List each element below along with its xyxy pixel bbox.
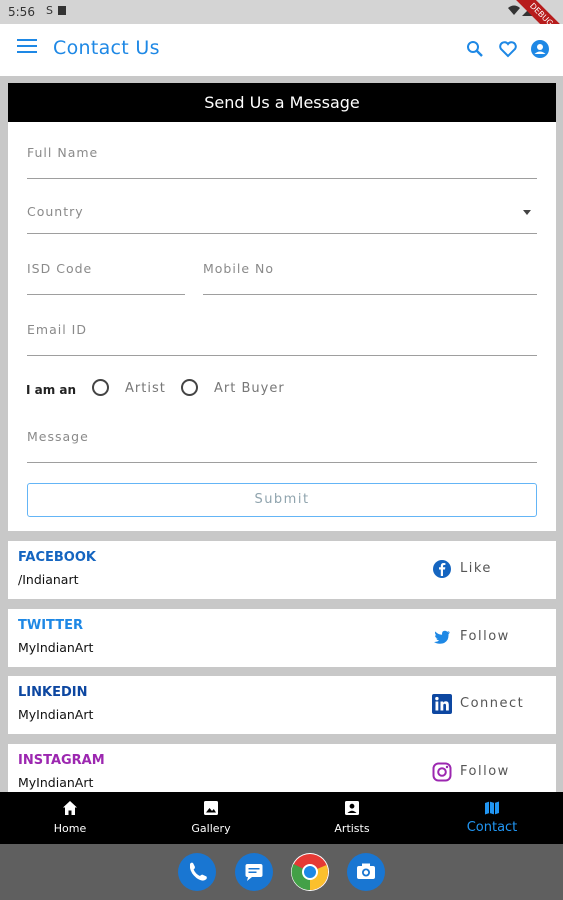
artist-radio[interactable] bbox=[92, 379, 109, 396]
social-action-label: Like bbox=[460, 561, 492, 576]
bottom-navigation: Home Gallery Artists Contact bbox=[0, 792, 563, 844]
artists-icon bbox=[345, 801, 359, 815]
notification-icons: S bbox=[46, 4, 74, 19]
social-handle: MyIndianArt bbox=[18, 775, 94, 790]
nav-home[interactable]: Home bbox=[0, 792, 140, 844]
nav-label: Contact bbox=[466, 820, 518, 835]
twitter-icon bbox=[434, 630, 450, 644]
instagram-icon bbox=[432, 762, 452, 782]
nav-label: Home bbox=[53, 822, 87, 835]
camera-icon[interactable] bbox=[347, 853, 385, 891]
sync-icon: S bbox=[46, 4, 66, 17]
social-handle: /Indianart bbox=[18, 572, 79, 587]
social-action-label: Follow bbox=[460, 764, 510, 779]
message-placeholder: Message bbox=[27, 429, 89, 444]
facebook-icon bbox=[433, 560, 451, 578]
gallery-icon bbox=[204, 801, 218, 815]
country-placeholder: Country bbox=[27, 204, 84, 219]
nav-contact[interactable]: Contact bbox=[422, 792, 562, 844]
search-icon[interactable] bbox=[464, 38, 486, 60]
social-name: LINKEDIN bbox=[18, 685, 88, 700]
full-name-field[interactable]: Full Name bbox=[27, 145, 537, 179]
linkedin-card: LINKEDIN MyIndianArt Connect bbox=[8, 676, 556, 734]
form-header: Send Us a Message bbox=[8, 83, 556, 122]
messages-icon[interactable] bbox=[235, 853, 273, 891]
social-action-label: Connect bbox=[460, 696, 525, 711]
social-name: TWITTER bbox=[18, 618, 83, 633]
account-icon[interactable] bbox=[529, 38, 551, 60]
nav-artists[interactable]: Artists bbox=[282, 792, 422, 844]
mobile-placeholder: Mobile No bbox=[203, 261, 274, 276]
isd-code-field[interactable]: ISD Code bbox=[27, 261, 185, 295]
divider bbox=[0, 76, 563, 82]
social-name: INSTAGRAM bbox=[18, 753, 105, 768]
nav-label: Artists bbox=[334, 822, 370, 835]
menu-icon[interactable] bbox=[17, 39, 37, 55]
map-icon bbox=[485, 801, 499, 815]
social-handle: MyIndianArt bbox=[18, 640, 94, 655]
home-icon bbox=[63, 801, 77, 815]
iam-label: I am an bbox=[26, 383, 77, 397]
launcher-dock bbox=[0, 844, 563, 900]
full-name-placeholder: Full Name bbox=[27, 145, 99, 160]
art-buyer-radio-label[interactable]: Art Buyer bbox=[214, 381, 285, 396]
twitter-card: TWITTER MyIndianArt Follow bbox=[8, 609, 556, 667]
nav-gallery[interactable]: Gallery bbox=[141, 792, 281, 844]
instagram-card: INSTAGRAM MyIndianArt Follow bbox=[8, 744, 556, 792]
message-field[interactable]: Message bbox=[27, 429, 537, 463]
isd-code-placeholder: ISD Code bbox=[27, 261, 93, 276]
dropdown-arrow-icon bbox=[523, 210, 531, 215]
phone-icon[interactable] bbox=[178, 853, 216, 891]
artist-radio-label[interactable]: Artist bbox=[125, 381, 166, 396]
art-buyer-radio[interactable] bbox=[181, 379, 198, 396]
svg-text:S: S bbox=[46, 4, 53, 16]
email-field[interactable]: Email ID bbox=[27, 322, 537, 356]
social-action-label: Follow bbox=[460, 629, 510, 644]
social-handle: MyIndianArt bbox=[18, 707, 94, 722]
social-name: FACEBOOK bbox=[18, 550, 96, 565]
facebook-card: FACEBOOK /Indianart Like bbox=[8, 541, 556, 599]
mobile-field[interactable]: Mobile No bbox=[203, 261, 537, 295]
status-time: 5:56 bbox=[8, 5, 35, 19]
country-select[interactable]: Country bbox=[27, 204, 537, 234]
status-bar: 5:56 S DEBUG bbox=[0, 0, 563, 49]
app-bar: Contact Us bbox=[0, 24, 563, 76]
chrome-icon[interactable] bbox=[291, 853, 329, 891]
submit-button[interactable]: Submit bbox=[27, 483, 537, 517]
nav-label: Gallery bbox=[191, 822, 231, 835]
page-title: Contact Us bbox=[53, 37, 160, 59]
favorite-icon[interactable] bbox=[497, 38, 519, 60]
email-placeholder: Email ID bbox=[27, 322, 87, 337]
contact-form: Send Us a Message Full Name Country ISD … bbox=[8, 83, 556, 531]
role-radio-group: I am an Artist Art Buyer bbox=[26, 379, 426, 403]
linkedin-icon bbox=[432, 694, 452, 714]
